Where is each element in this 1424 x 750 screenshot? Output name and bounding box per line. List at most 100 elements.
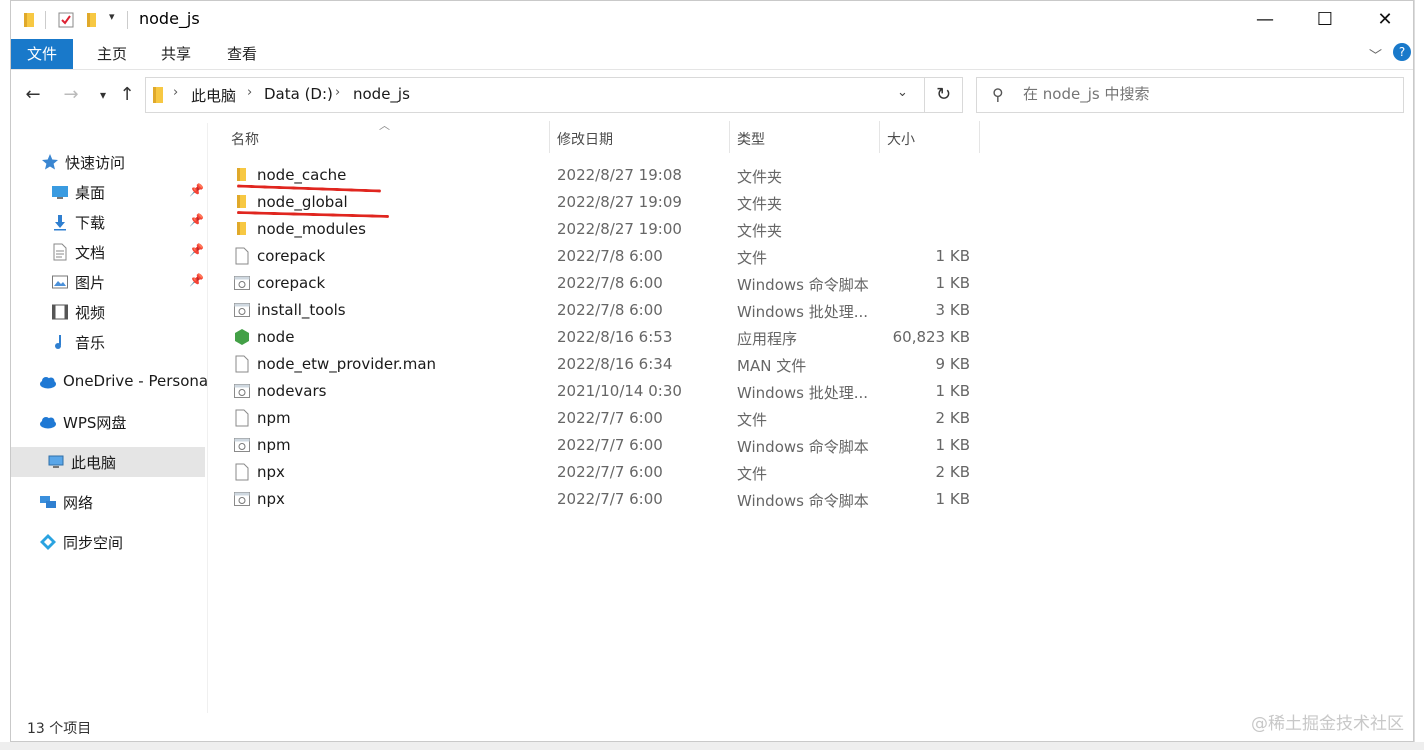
file-row[interactable]: npm 2022/7/7 6:00 文件 2 KB <box>229 405 979 432</box>
column-header-size[interactable]: 大小 <box>887 129 915 149</box>
column-header-name[interactable]: 名称 <box>231 129 259 149</box>
file-date: 2022/8/16 6:34 <box>557 355 673 373</box>
file-size: 2 KB <box>935 463 970 481</box>
file-row[interactable]: node_modules 2022/8/27 19:00 文件夹 <box>229 216 979 243</box>
file-row[interactable]: install_tools 2022/7/8 6:00 Windows 批处理...… <box>229 297 979 324</box>
file-type: 文件夹 <box>737 168 783 186</box>
properties-icon[interactable] <box>57 11 75 29</box>
title-bar: ▾ node_js — ☐ ✕ <box>11 1 1413 39</box>
sidebar-item[interactable]: 音乐 <box>11 327 205 357</box>
file-icon <box>233 409 251 427</box>
column-divider[interactable] <box>979 121 980 153</box>
file-row[interactable]: node_global 2022/8/27 19:09 文件夹 <box>229 189 979 216</box>
file-name: corepack <box>257 274 326 292</box>
sidebar-item[interactable]: WPS网盘 <box>11 407 205 437</box>
file-row[interactable]: npx 2022/7/7 6:00 Windows 命令脚本 1 KB <box>229 486 979 513</box>
window-title: node_js <box>139 9 200 28</box>
breadcrumb-separator-icon[interactable]: › <box>173 85 178 100</box>
file-date: 2022/7/8 6:00 <box>557 247 663 265</box>
sync-icon <box>39 533 57 551</box>
file-size: 2 KB <box>935 409 970 427</box>
close-button[interactable]: ✕ <box>1355 1 1413 39</box>
file-date: 2022/8/27 19:09 <box>557 193 682 211</box>
file-row[interactable]: node 2022/8/16 6:53 应用程序 60,823 KB <box>229 324 979 351</box>
watermark: @稀土掘金技术社区 <box>1251 714 1404 734</box>
file-row[interactable]: corepack 2022/7/8 6:00 文件 1 KB <box>229 243 979 270</box>
sidebar-item[interactable]: 下载 📌 <box>11 207 205 237</box>
cloud-icon <box>39 373 57 391</box>
search-input[interactable] <box>1023 85 1383 103</box>
sidebar-item[interactable]: 此电脑 <box>11 447 205 477</box>
folder-icon <box>233 193 251 211</box>
file-name: npx <box>257 463 285 481</box>
file-size: 1 KB <box>935 490 970 508</box>
tab-file[interactable]: 文件 <box>11 39 73 69</box>
sidebar-item[interactable]: 同步空间 <box>11 527 205 557</box>
pin-icon: 📌 <box>189 183 204 197</box>
sidebar-item[interactable]: 桌面 📌 <box>11 177 205 207</box>
maximize-button[interactable]: ☐ <box>1295 1 1355 39</box>
file-date: 2022/7/7 6:00 <box>557 436 663 454</box>
column-divider[interactable] <box>729 121 730 153</box>
qat-customize-icon[interactable]: ▾ <box>109 10 115 23</box>
file-name: node_etw_provider.man <box>257 355 437 373</box>
minimize-button[interactable]: — <box>1235 1 1295 39</box>
ribbon-expand-icon[interactable]: ﹀ <box>1369 45 1382 64</box>
refresh-button[interactable]: ↻ <box>925 77 963 113</box>
sidebar-item[interactable]: 网络 <box>11 487 205 517</box>
file-explorer-window: ▾ node_js — ☐ ✕ 文件 主页 共享 查看 ﹀ ? ← → ▾ ↑ … <box>10 0 1414 742</box>
file-type: Windows 命令脚本 <box>737 438 869 456</box>
sidebar-item[interactable]: 视频 <box>11 297 205 327</box>
column-divider[interactable] <box>549 121 550 153</box>
sidebar-item[interactable]: OneDrive - Persona <box>11 367 208 397</box>
file-row[interactable]: npm 2022/7/7 6:00 Windows 命令脚本 1 KB <box>229 432 979 459</box>
file-size: 1 KB <box>935 274 970 292</box>
file-name: npm <box>257 409 291 427</box>
script-icon <box>233 490 251 508</box>
sidebar-item[interactable]: 图片 📌 <box>11 267 205 297</box>
computer-icon <box>47 453 65 471</box>
help-icon[interactable]: ? <box>1393 43 1411 61</box>
file-name: install_tools <box>257 301 346 319</box>
file-name: node_global <box>257 193 348 211</box>
back-button[interactable]: ← <box>19 81 47 109</box>
column-header-type[interactable]: 类型 <box>737 129 765 149</box>
sidebar-item[interactable]: 文档 📌 <box>11 237 205 267</box>
file-row[interactable]: node_etw_provider.man 2022/8/16 6:34 MAN 文… <box>229 351 979 378</box>
breadcrumb-drive[interactable]: Data (D:) <box>264 85 333 103</box>
file-row[interactable]: node_cache 2022/8/27 19:08 文件夹 <box>229 162 979 189</box>
file-row[interactable]: corepack 2022/7/8 6:00 Windows 命令脚本 1 KB <box>229 270 979 297</box>
file-name: npx <box>257 490 285 508</box>
address-dropdown-icon[interactable]: ⌄ <box>897 85 908 100</box>
sidebar-item[interactable]: 快速访问 <box>11 147 205 177</box>
file-type: Windows 批处理... <box>737 384 869 402</box>
sidebar-item-label: 视频 <box>75 304 106 322</box>
column-divider[interactable] <box>879 121 880 153</box>
column-header-date[interactable]: 修改日期 <box>557 129 613 149</box>
tab-home[interactable]: 主页 <box>97 39 127 69</box>
file-name: node <box>257 328 295 346</box>
file-row[interactable]: npx 2022/7/7 6:00 文件 2 KB <box>229 459 979 486</box>
file-size: 60,823 KB <box>892 328 970 346</box>
pane-divider[interactable] <box>207 123 208 713</box>
file-size: 1 KB <box>935 382 970 400</box>
breadcrumb-separator-icon[interactable]: › <box>335 85 340 100</box>
tab-view[interactable]: 查看 <box>227 39 257 69</box>
file-row[interactable]: nodevars 2021/10/14 0:30 Windows 批处理... 1 K… <box>229 378 979 405</box>
sort-ascending-icon: ︿ <box>379 119 390 132</box>
tab-share[interactable]: 共享 <box>161 39 191 69</box>
breadcrumb-separator-icon[interactable]: › <box>247 85 252 100</box>
file-size: 9 KB <box>935 355 970 373</box>
breadcrumb-this-pc[interactable]: 此电脑 <box>191 85 236 106</box>
pictures-icon <box>51 273 69 291</box>
sidebar-item-label: 桌面 <box>75 184 106 202</box>
sidebar-item-label: 下载 <box>75 214 106 232</box>
star-icon <box>41 153 59 171</box>
new-folder-icon[interactable] <box>83 11 101 29</box>
file-size: 1 KB <box>935 436 970 454</box>
up-button[interactable]: ↑ <box>113 81 141 109</box>
file-type: Windows 批处理... <box>737 303 869 321</box>
address-bar[interactable] <box>145 77 925 113</box>
forward-button[interactable]: → <box>57 81 85 109</box>
breadcrumb-current[interactable]: node_js <box>353 85 410 103</box>
